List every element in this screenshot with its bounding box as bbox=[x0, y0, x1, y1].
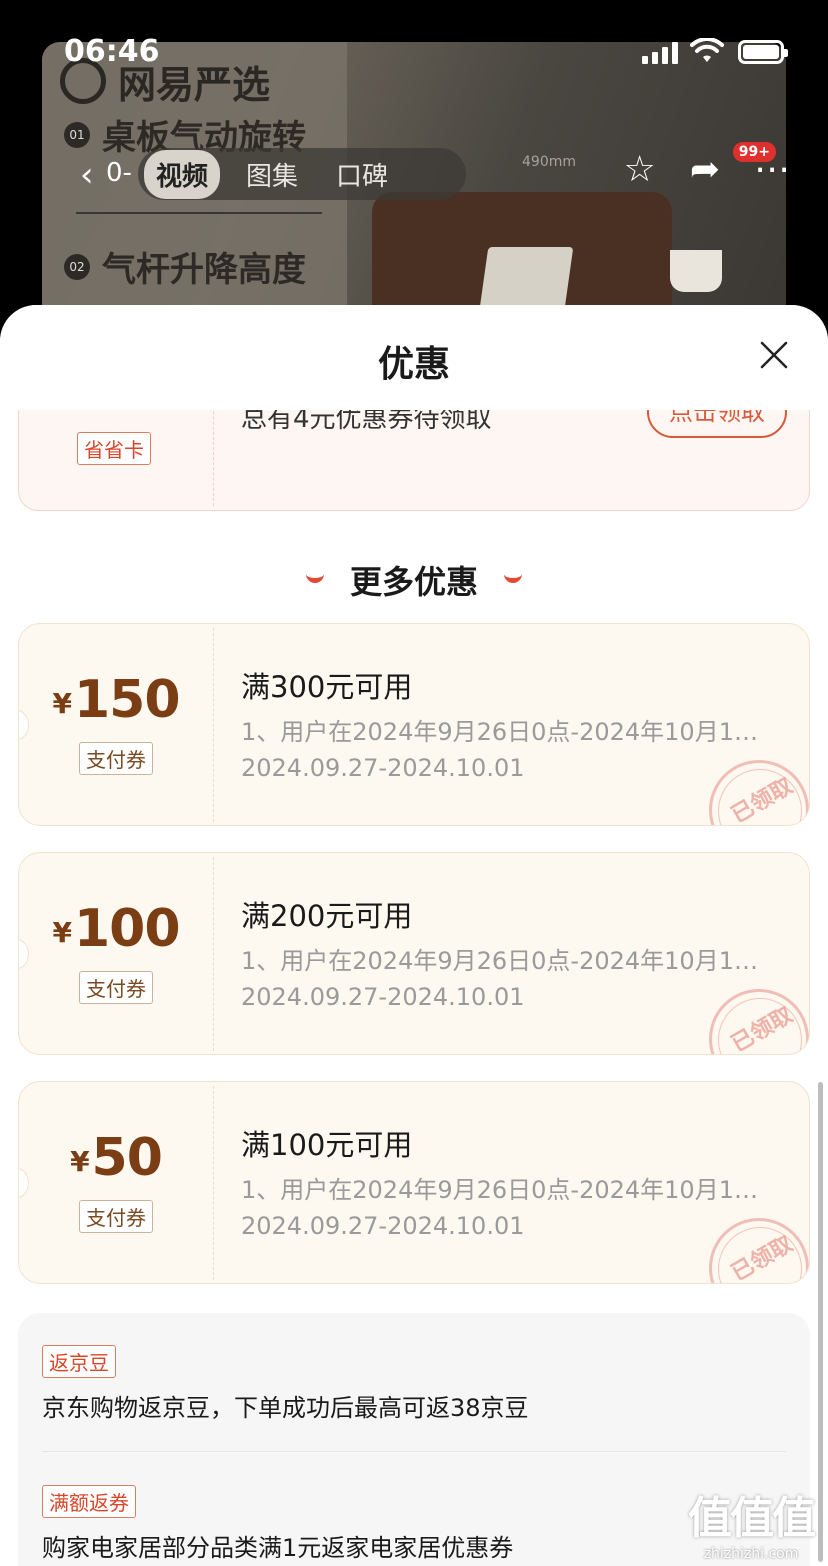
close-icon[interactable] bbox=[760, 341, 788, 369]
coupon-amount: ¥100 bbox=[19, 899, 213, 959]
coupon-value: 100 bbox=[73, 899, 181, 959]
coupon-type: 支付券 bbox=[19, 1200, 213, 1233]
hero-divider bbox=[76, 212, 322, 214]
favorite-star-icon[interactable]: ☆ bbox=[624, 152, 656, 188]
coupon-period: 2024.09.27-2024.10.01 bbox=[241, 983, 525, 1011]
media-tabs: 视频 图集 口碑 bbox=[138, 148, 466, 200]
claimed-stamp: 已领取 bbox=[709, 1218, 809, 1284]
info-tag: 返京豆 bbox=[42, 1345, 116, 1378]
stamp-text: 已领取 bbox=[727, 773, 798, 826]
coupon-type: 支付券 bbox=[19, 971, 213, 1004]
discount-sheet: 优惠 省省卡 总有4元优惠券待领取 点击领取 更多优惠 ¥150 支付券 满30… bbox=[0, 305, 828, 1566]
currency-symbol: ¥ bbox=[52, 916, 72, 949]
coupon-condition: 满200元可用 bbox=[241, 899, 413, 933]
coupon-separator bbox=[213, 1086, 214, 1280]
coupon-rule: 1、用户在2024年9月26日0点-2024年10月1日23点59分 bbox=[241, 1176, 771, 1204]
battery-icon bbox=[738, 40, 788, 64]
coupon-value: 50 bbox=[91, 1128, 163, 1188]
message-count-badge: 99+ bbox=[732, 142, 776, 162]
product-nav-bar: ‹ 0- 视频 图集 口碑 ☆ ➦ ⋯ 99+ bbox=[70, 142, 790, 200]
coupon-separator bbox=[213, 628, 214, 822]
feature-number: 02 bbox=[64, 253, 90, 280]
currency-symbol: ¥ bbox=[70, 1145, 90, 1178]
info-text: 购家电家居部分品类满1元返家电家居优惠券 bbox=[42, 1534, 514, 1562]
share-icon[interactable]: ➦ bbox=[690, 152, 720, 188]
coupon-period: 2024.09.27-2024.10.01 bbox=[241, 754, 525, 782]
coupon-rule: 1、用户在2024年9月26日0点-2024年10月1日23点59分 bbox=[241, 718, 771, 746]
claimed-stamp: 已领取 bbox=[709, 760, 809, 826]
coupon-type: 支付券 bbox=[19, 742, 213, 775]
coupon-rule: 1、用户在2024年9月26日0点-2024年10月1日23点59分 bbox=[241, 947, 771, 975]
info-tag: 满额返券 bbox=[42, 1485, 136, 1518]
tab-video[interactable]: 视频 bbox=[144, 149, 221, 199]
coupon-card[interactable]: ¥50 支付券 满100元可用 1、用户在2024年9月26日0点-2024年1… bbox=[18, 1081, 810, 1284]
info-text: 京东购物返京豆，下单成功后最高可返38京豆 bbox=[42, 1394, 529, 1422]
coupon-type-tag: 支付券 bbox=[79, 742, 153, 775]
stamp-text: 已领取 bbox=[727, 1231, 798, 1284]
stamp-text: 已领取 bbox=[727, 1002, 798, 1055]
coupon-period: 2024.09.27-2024.10.01 bbox=[241, 1212, 525, 1240]
nav-prefix-text: 0- bbox=[106, 158, 132, 188]
more-discounts-heading: 更多优惠 bbox=[0, 557, 828, 603]
coupon-condition: 满300元可用 bbox=[241, 670, 413, 704]
coupon-card[interactable]: ¥100 支付券 满200元可用 1、用户在2024年9月26日0点-2024年… bbox=[18, 852, 810, 1055]
coupon-type-tag: 支付券 bbox=[79, 971, 153, 1004]
coupon-card[interactable]: ¥150 支付券 满300元可用 1、用户在2024年9月26日0点-2024年… bbox=[18, 623, 810, 826]
watermark-url: zhizhizhi.com bbox=[703, 1546, 799, 1562]
info-item-jd-beans: 返京豆 京东购物返京豆，下单成功后最高可返38京豆 bbox=[42, 1345, 529, 1423]
status-time: 06:46 bbox=[64, 34, 160, 69]
cellular-signal-icon bbox=[642, 42, 678, 64]
sheet-title: 优惠 bbox=[377, 344, 450, 385]
sheet-header: 优惠 bbox=[0, 305, 828, 410]
tab-gallery[interactable]: 图集 bbox=[234, 150, 310, 199]
claimed-stamp: 已领取 bbox=[709, 989, 809, 1055]
feature-number: 01 bbox=[64, 121, 90, 148]
savings-card-tag: 省省卡 bbox=[77, 432, 151, 465]
coupon-amount: ¥150 bbox=[19, 670, 213, 730]
wifi-icon bbox=[690, 38, 724, 62]
more-discounts-label: 更多优惠 bbox=[349, 563, 478, 601]
coupon-amount: ¥50 bbox=[19, 1128, 213, 1188]
coupon-separator bbox=[213, 857, 214, 1051]
feature-item-2: 02 气杆升降高度 bbox=[64, 242, 306, 291]
back-arrow-icon[interactable]: ‹ bbox=[80, 158, 94, 192]
coupon-value: 150 bbox=[73, 670, 181, 730]
smile-right-icon bbox=[504, 574, 522, 583]
smile-left-icon bbox=[305, 574, 324, 583]
watermark-logo: 值值值 zhizhizhi.com bbox=[676, 1482, 826, 1562]
watermark-main: 值值值 bbox=[688, 1493, 816, 1544]
info-divider bbox=[42, 1451, 786, 1452]
coupon-condition: 满100元可用 bbox=[241, 1128, 413, 1162]
currency-symbol: ¥ bbox=[52, 687, 72, 720]
feature-label: 气杆升降高度 bbox=[102, 250, 306, 290]
info-item-coupon-return: 满额返券 购家电家居部分品类满1元返家电家居优惠券 bbox=[42, 1485, 513, 1563]
coupon-type-tag: 支付券 bbox=[79, 1200, 153, 1233]
hero-cup-graphic bbox=[670, 250, 722, 292]
status-bar: 06:46 bbox=[0, 30, 828, 76]
tab-reviews[interactable]: 口碑 bbox=[324, 150, 400, 199]
